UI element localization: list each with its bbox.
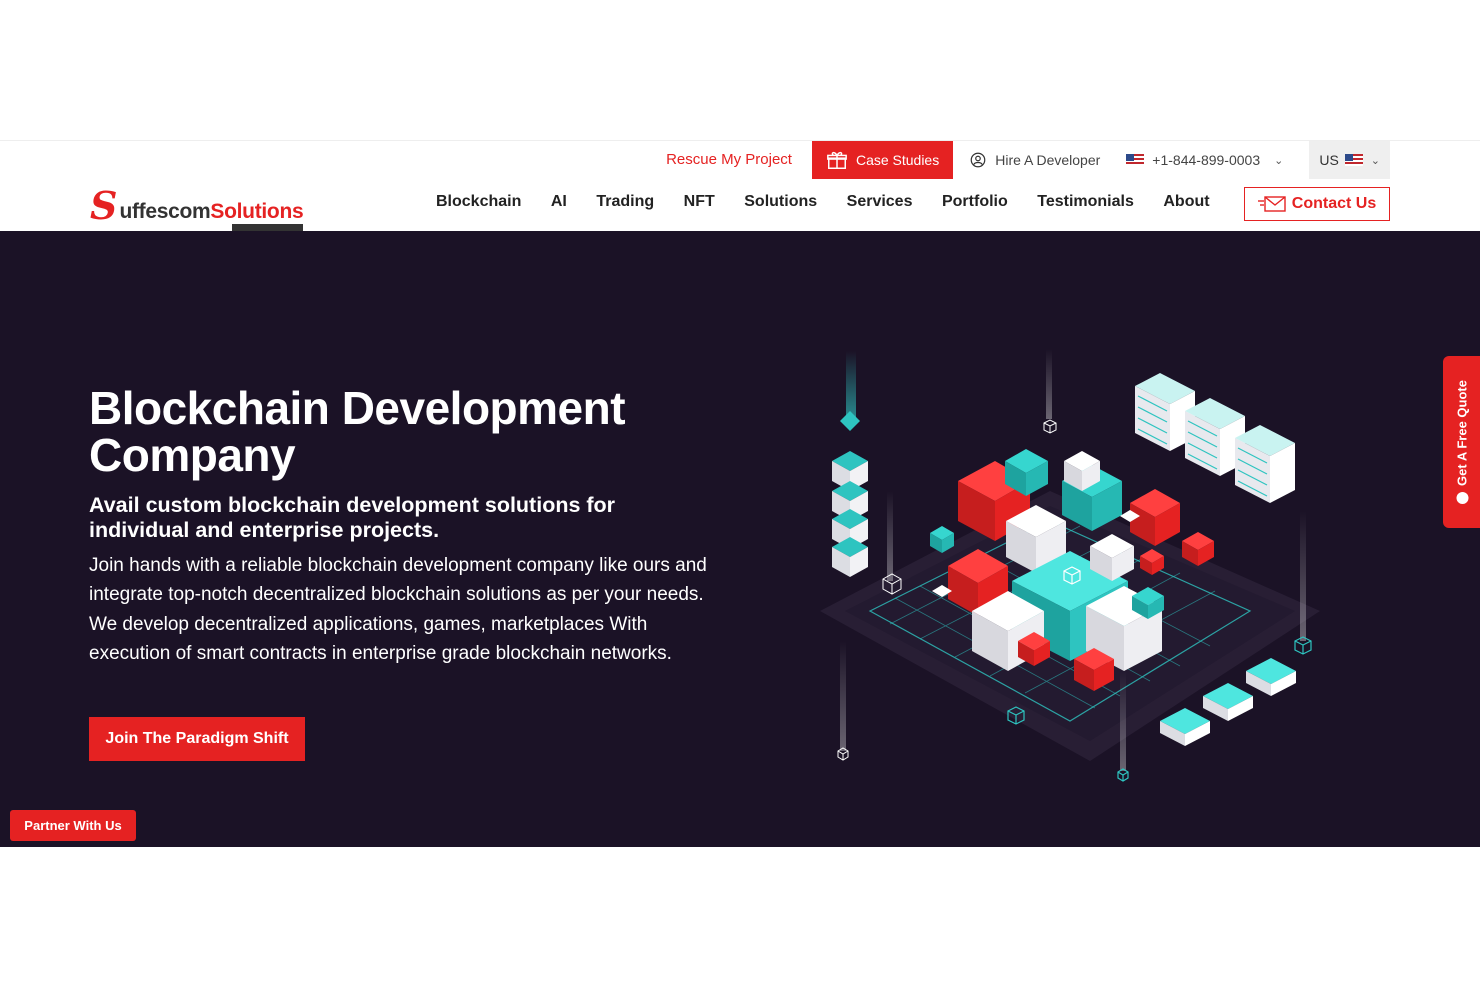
quote-tab-label: Get A Free Quote xyxy=(1454,380,1469,486)
chevron-down-icon: ⌄ xyxy=(1370,154,1380,167)
nav-item-portfolio[interactable]: Portfolio xyxy=(942,193,1008,211)
join-paradigm-shift-button[interactable]: Join The Paradigm Shift xyxy=(89,717,305,761)
contact-us-button[interactable]: Contact Us xyxy=(1244,187,1390,221)
nav-item-nft[interactable]: NFT xyxy=(684,193,715,211)
hero-subtitle: Avail custom blockchain development solu… xyxy=(89,493,616,542)
hire-developer-label: Hire A Developer xyxy=(995,152,1101,168)
mail-icon xyxy=(1257,196,1286,212)
phone-number: +1-844-899-0003 xyxy=(1152,152,1261,168)
region-label: US xyxy=(1319,152,1339,168)
logo-word-2: Solutions xyxy=(210,200,304,223)
nav-item-blockchain[interactable]: Blockchain xyxy=(436,193,521,211)
hero-title: Blockchain Development Company xyxy=(89,382,626,481)
contact-us-label: Contact Us xyxy=(1291,195,1377,212)
case-studies-label: Case Studies xyxy=(855,152,940,168)
case-studies-button[interactable]: Case Studies xyxy=(811,141,954,179)
phone-dropdown[interactable]: +1-844-899-0003 ⌄ xyxy=(1116,152,1293,168)
blockchain-illustration xyxy=(820,349,1320,782)
top-bar: Rescue My Project Case Studies Hire A De… xyxy=(646,141,1390,179)
nav-item-services[interactable]: Services xyxy=(847,193,913,211)
logo-wordmark: uffescomSolutions GET WHAT MATTERS xyxy=(119,200,304,248)
chevron-down-icon: ⌄ xyxy=(1274,154,1284,167)
get-free-quote-tab[interactable]: Get A Free Quote xyxy=(1443,356,1480,528)
nav-item-about[interactable]: About xyxy=(1163,193,1209,211)
nav-item-trading[interactable]: Trading xyxy=(596,193,654,211)
site-header: Rescue My Project Case Studies Hire A De… xyxy=(0,140,1480,248)
site-logo[interactable]: S uffescomSolutions GET WHAT MATTERS xyxy=(90,183,304,248)
main-nav: Blockchain AI Trading NFT Solutions Serv… xyxy=(436,193,1239,211)
nav-item-ai[interactable]: AI xyxy=(551,193,567,211)
logo-initial: S xyxy=(90,183,118,228)
hire-developer-link[interactable]: Hire A Developer xyxy=(953,151,1116,169)
quote-tab-content: Get A Free Quote xyxy=(1454,380,1469,504)
nav-item-solutions[interactable]: Solutions xyxy=(744,193,817,211)
gift-icon xyxy=(827,151,847,169)
logo-word-1: uffescom xyxy=(119,200,211,223)
partner-with-us-button[interactable]: Partner With Us xyxy=(10,810,136,841)
nav-item-testimonials[interactable]: Testimonials xyxy=(1037,193,1134,211)
chat-icon xyxy=(1455,491,1468,504)
user-search-icon xyxy=(970,152,986,168)
us-flag-icon xyxy=(1344,154,1363,166)
us-flag-icon xyxy=(1126,154,1145,166)
region-selector[interactable]: US ⌄ xyxy=(1309,141,1390,179)
hero-section: Blockchain Development Company Avail cus… xyxy=(0,231,1480,847)
hero-description: Join hands with a reliable blockchain de… xyxy=(89,555,707,665)
page: Rescue My Project Case Studies Hire A De… xyxy=(0,0,1480,987)
rescue-my-project-link[interactable]: Rescue My Project xyxy=(646,141,812,179)
